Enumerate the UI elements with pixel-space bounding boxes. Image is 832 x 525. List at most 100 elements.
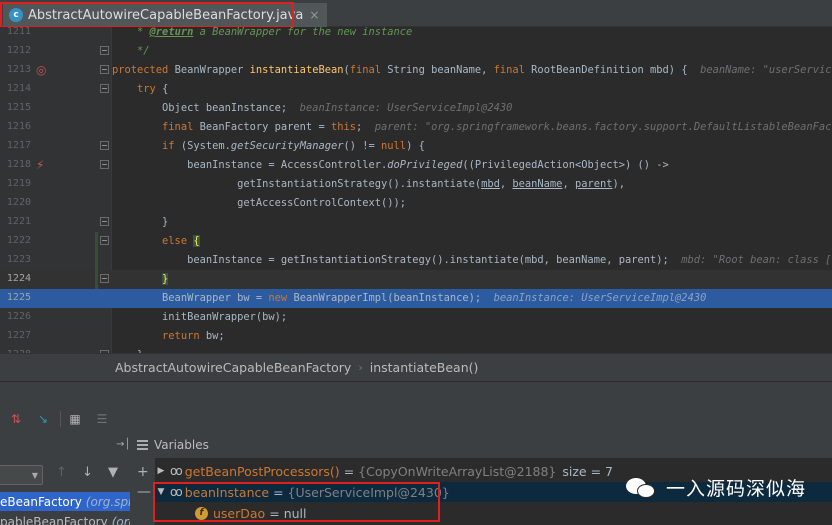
watch-glasses-icon: oo [170, 464, 183, 478]
code-text: try { [137, 83, 169, 95]
filter-icon[interactable]: ▼ [108, 465, 118, 480]
fold-marker-icon[interactable] [100, 141, 109, 150]
breadcrumb-separator: › [358, 361, 363, 374]
add-watch-icon[interactable]: + [137, 464, 149, 480]
line-number: 1216 [6, 121, 31, 132]
code-line[interactable]: 1214 try { [0, 80, 832, 99]
variable-name: getBeanPostProcessors() [184, 463, 340, 479]
line-number: 1221 [6, 216, 31, 227]
code-text: final BeanFactory parent = this; parent:… [162, 121, 832, 133]
expand-arrow-icon[interactable]: ▶ [155, 466, 167, 476]
code-line[interactable]: 1226 initBeanWrapper(bw); [0, 308, 832, 327]
code-text: getInstantiationStrategy().instantiate(m… [112, 178, 626, 190]
variables-icon [137, 439, 148, 450]
fold-marker-icon[interactable] [100, 46, 109, 55]
line-number: 1222 [6, 235, 31, 246]
variables-header: Variables [131, 431, 832, 458]
settings-grid-icon[interactable]: ☰ [93, 410, 111, 428]
code-line[interactable]: 1215 Object beanInstance; beanInstance: … [0, 99, 832, 118]
line-number: 1220 [6, 197, 31, 208]
layout-toggle-icon[interactable]: →│ [116, 439, 130, 450]
variables-title: Variables [154, 437, 209, 452]
code-line[interactable]: 1212 */ [0, 42, 832, 61]
code-line-caret[interactable]: 1224 } [0, 270, 832, 289]
code-text: beanInstance = getInstantiationStrategy(… [112, 254, 832, 266]
remove-watch-icon[interactable]: — [137, 484, 151, 500]
code-text: Object beanInstance; beanInstance: UserS… [112, 102, 513, 114]
fold-marker-icon[interactable] [100, 274, 109, 283]
vcs-change-marker[interactable] [95, 251, 98, 270]
code-line[interactable]: 1223 beanInstance = getInstantiationStra… [0, 251, 832, 270]
line-number: 1223 [6, 254, 31, 265]
line-number: 1213 [6, 64, 31, 75]
frame-up-icon[interactable]: ↑ [56, 465, 67, 480]
code-line[interactable]: 1228 } [0, 346, 832, 353]
code-text: } [162, 273, 169, 285]
vcs-change-marker[interactable] [95, 232, 98, 251]
code-line[interactable]: 1217 if (System.getSecurityManager() != … [0, 137, 832, 156]
line-number: 1211 [6, 27, 31, 37]
frame-row[interactable]: eBeanFactory (org.spri [0, 492, 130, 511]
breadcrumb: AbstractAutowireCapableBeanFactory › ins… [0, 353, 832, 381]
frame-name: pableBeanFactory [0, 514, 108, 525]
code-line[interactable]: 1222 else { [0, 232, 832, 251]
line-number: 1215 [6, 102, 31, 113]
frame-row[interactable]: pableBeanFactory (org.s [0, 512, 130, 525]
line-number: 1219 [6, 178, 31, 189]
line-number: 1218 [6, 159, 31, 170]
code-line[interactable]: 1216 final BeanFactory parent = this; pa… [0, 118, 832, 137]
table-view-icon[interactable]: ▦ [66, 410, 84, 428]
wechat-logo-icon [626, 476, 656, 500]
variable-highlight-box [153, 482, 440, 522]
frame-name: eBeanFactory [0, 494, 82, 509]
line-number: 1217 [6, 140, 31, 151]
chevron-down-icon: ▼ [31, 471, 38, 480]
toolbar-separator [60, 411, 61, 427]
lambda-breakpoint-icon[interactable]: ⚡ [36, 158, 44, 172]
frame-down-icon[interactable]: ↓ [82, 465, 93, 480]
frame-package: (org.s [111, 514, 130, 525]
line-number: 1225 [6, 292, 31, 303]
thread-selector[interactable]: ▼ [0, 465, 43, 485]
code-text: if (System.getSecurityManager() != null)… [162, 140, 425, 152]
frame-package: (org.spri [85, 494, 130, 509]
code-text: * @return a BeanWrapper for the new inst… [112, 27, 413, 38]
code-text: getAccessControlContext()); [112, 197, 407, 209]
code-text: beanInstance = AccessController.doPrivil… [112, 159, 669, 171]
restore-layout-icon[interactable]: ⇅ [7, 410, 25, 428]
override-marker-icon[interactable]: ◎ [36, 63, 46, 77]
step-out-icon[interactable]: ↘ [34, 410, 52, 428]
variable-size: size = 7 [562, 463, 614, 479]
debug-toolbar: ⇅ ↘ ▦ ☰ [0, 381, 832, 438]
code-line[interactable]: 1219 getInstantiationStrategy().instanti… [0, 175, 832, 194]
code-line[interactable]: 1221 } [0, 213, 832, 232]
code-line-execution-point[interactable]: 1225 BeanWrapper bw = new BeanWrapperImp… [0, 289, 832, 308]
code-line[interactable]: 1220 getAccessControlContext()); [0, 194, 832, 213]
variables-sidebar: + — [131, 458, 155, 525]
watermark: 一入源码深似海 [626, 474, 806, 501]
code-line[interactable]: 1211 * @return a BeanWrapper for the new… [0, 27, 832, 42]
code-editor[interactable]: 1211 * @return a BeanWrapper for the new… [0, 27, 832, 353]
code-line[interactable]: 1213 ◎ protected BeanWrapper instantiate… [0, 61, 832, 80]
code-text: */ [112, 45, 150, 57]
variable-value: {CopyOnWriteArrayList@2188} [358, 463, 557, 479]
code-line[interactable]: 1218 ⚡ beanInstance = AccessController.d… [0, 156, 832, 175]
fold-marker-icon[interactable] [100, 217, 109, 226]
line-number: 1227 [6, 330, 31, 341]
fold-marker-icon[interactable] [100, 84, 109, 93]
breadcrumb-method[interactable]: instantiateBean() [370, 360, 479, 375]
frames-header: →│ [0, 431, 130, 458]
code-line[interactable]: 1227 return bw; [0, 327, 832, 346]
code-text: return bw; [162, 330, 225, 342]
code-text: else { [162, 235, 200, 247]
close-icon[interactable]: × [309, 8, 319, 22]
fold-marker-icon[interactable] [100, 236, 109, 245]
watermark-text: 一入源码深似海 [666, 478, 807, 500]
code-text: BeanWrapper bw = new BeanWrapperImpl(bea… [112, 292, 707, 304]
code-text: } [112, 216, 169, 228]
fold-marker-icon[interactable] [100, 65, 109, 74]
tab-highlight-box [0, 2, 294, 28]
vcs-change-marker[interactable] [95, 270, 98, 289]
fold-marker-icon[interactable] [100, 160, 109, 169]
breadcrumb-class[interactable]: AbstractAutowireCapableBeanFactory [115, 360, 351, 375]
